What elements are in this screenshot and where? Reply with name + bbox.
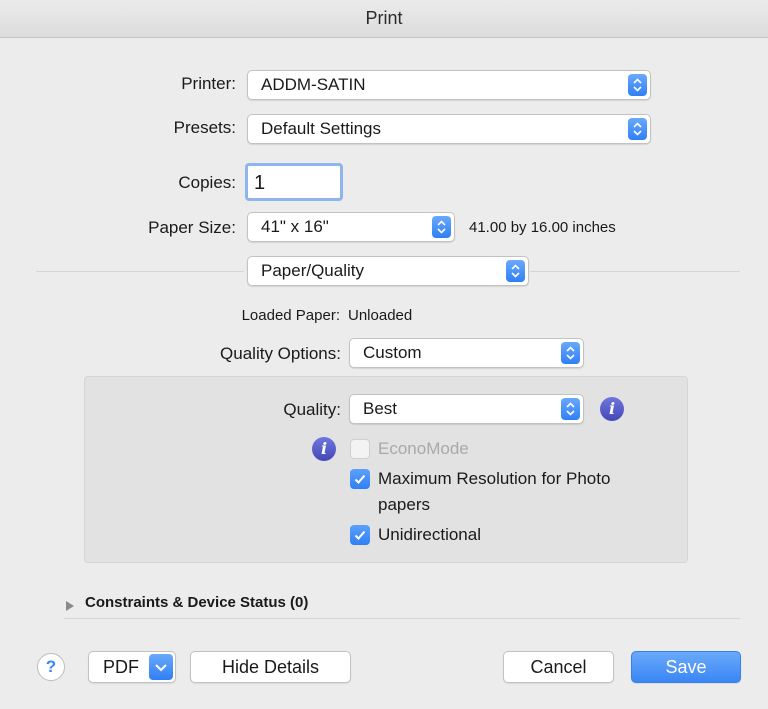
section-popup-value: Paper/Quality <box>261 261 364 280</box>
footer-separator <box>64 618 740 619</box>
popup-arrows-icon <box>561 398 580 420</box>
printer-value: ADDM-SATIN <box>261 75 366 94</box>
econo-mode-label: EconoMode <box>378 439 469 458</box>
info-icon[interactable]: i <box>600 397 624 421</box>
copies-value: 1 <box>254 172 266 194</box>
econo-mode-checkbox[interactable] <box>350 439 370 459</box>
constraints-label[interactable]: Constraints & Device Status (0) <box>85 594 308 611</box>
save-button[interactable]: Save <box>631 651 741 683</box>
window-title: Print <box>365 8 403 28</box>
popup-arrows-icon <box>561 342 580 364</box>
printer-label: Printer: <box>181 74 236 93</box>
quality-value: Best <box>363 399 398 418</box>
max-resolution-label-cont: papers <box>378 495 430 514</box>
quality-options-label: Quality Options: <box>220 344 341 363</box>
popup-arrows-icon <box>628 74 647 96</box>
paper-dimensions: 41.00 by 16.00 inches <box>469 219 616 236</box>
unidirectional-checkbox[interactable] <box>350 525 370 545</box>
unidirectional-label: Unidirectional <box>378 525 481 544</box>
help-button[interactable]: ? <box>37 653 65 681</box>
printer-popup[interactable]: ADDM-SATIN <box>247 70 651 100</box>
presets-popup[interactable]: Default Settings <box>247 114 651 144</box>
paper-size-label: Paper Size: <box>148 218 236 237</box>
chevron-down-icon <box>149 654 173 680</box>
quality-popup[interactable]: Best <box>349 394 584 424</box>
presets-value: Default Settings <box>261 119 382 138</box>
hide-details-button[interactable]: Hide Details <box>190 651 351 683</box>
loaded-paper-label: Loaded Paper: <box>241 307 340 324</box>
paper-size-popup[interactable]: 41" x 16" <box>247 212 455 242</box>
loaded-paper-value: Unloaded <box>348 307 413 324</box>
presets-label: Presets: <box>173 118 236 137</box>
copies-label: Copies: <box>178 173 236 192</box>
copies-field[interactable]: 1 <box>245 163 343 201</box>
cancel-button[interactable]: Cancel <box>503 651 614 683</box>
pdf-button-label: PDF <box>103 657 139 677</box>
quality-options-value: Custom <box>363 343 422 362</box>
max-resolution-label: Maximum Resolution for Photo <box>378 469 611 488</box>
section-popup[interactable]: Paper/Quality <box>247 256 529 286</box>
popup-arrows-icon <box>432 216 451 238</box>
paper-size-value: 41" x 16" <box>261 217 329 236</box>
quality-label: Quality: <box>283 400 341 419</box>
disclosure-triangle-icon[interactable] <box>64 597 76 611</box>
separator-left <box>36 271 244 272</box>
popup-arrows-icon <box>628 118 647 140</box>
separator-right <box>530 271 740 272</box>
max-resolution-checkbox[interactable] <box>350 469 370 489</box>
popup-arrows-icon <box>506 260 525 282</box>
info-icon[interactable]: i <box>312 437 336 461</box>
window-titlebar: Print <box>0 0 768 38</box>
pdf-menu-button[interactable]: PDF <box>88 651 176 683</box>
quality-options-popup[interactable]: Custom <box>349 338 584 368</box>
